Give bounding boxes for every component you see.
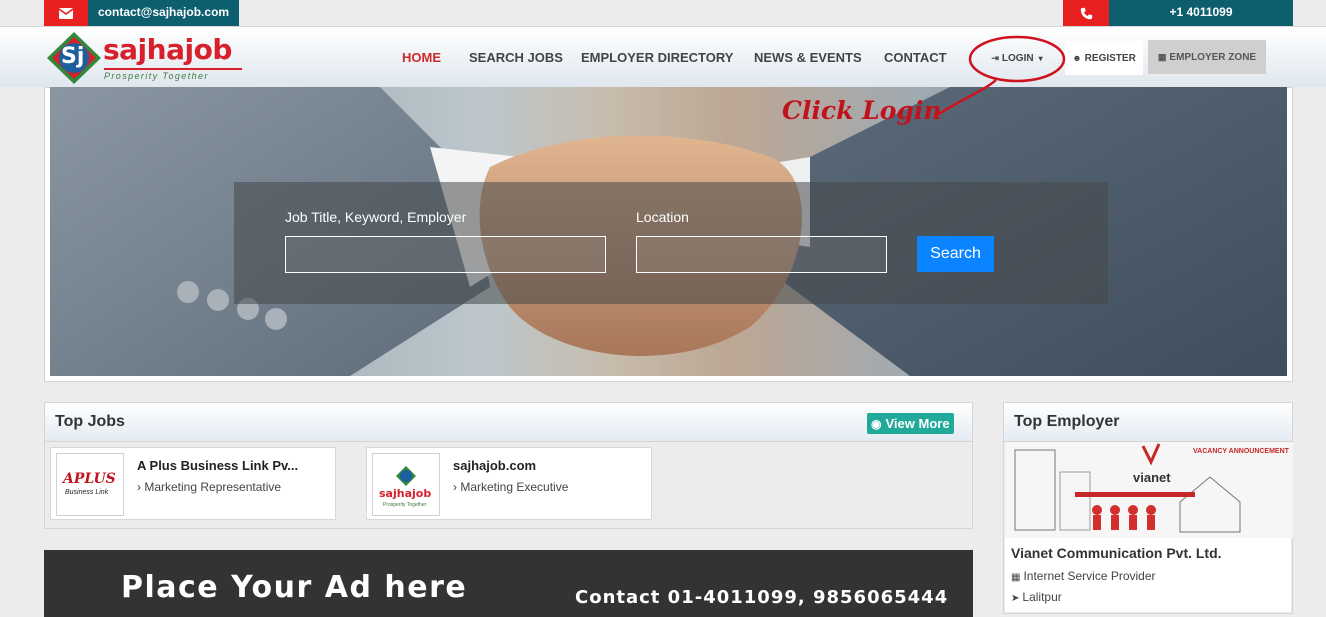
top-employer-header: Top Employer	[1004, 403, 1292, 442]
nav-home[interactable]: HOME	[402, 50, 441, 65]
view-more-button[interactable]: ◉ View More	[867, 413, 954, 434]
company-logo: APLUS Business Link	[56, 453, 124, 516]
top-jobs-panel: Top Jobs ◉ View More APLUS Business Link…	[44, 402, 973, 529]
employer-zone-button[interactable]: ▦ EMPLOYER ZONE	[1148, 40, 1266, 74]
click-login-annotation: Click Login	[782, 96, 942, 125]
logo-divider	[104, 68, 242, 70]
nav-search-jobs[interactable]: SEARCH JOBS	[469, 50, 563, 65]
job-company[interactable]: A Plus Business Link Pv...	[137, 458, 298, 473]
employer-banner-image: vianet VACANCY ANNOUNCEMENT	[1005, 442, 1293, 538]
nav-contact[interactable]: CONTACT	[884, 50, 947, 65]
top-employer-panel: Top Employer vianet VACANCY ANNOUNCEMENT…	[1003, 402, 1293, 614]
nav-employer-directory[interactable]: EMPLOYER DIRECTORY	[581, 50, 733, 65]
view-more-label: View More	[885, 416, 950, 431]
building-icon: ▦	[1157, 51, 1167, 62]
top-jobs-header: Top Jobs ◉ View More	[45, 403, 972, 442]
eye-icon: ◉	[871, 416, 882, 431]
employer-zone-label: EMPLOYER ZONE	[1169, 51, 1257, 63]
sajhajob-logo-sub: Prosperity Together	[383, 502, 427, 508]
logo-name: sajhajob	[103, 33, 232, 66]
logo-tagline: Prosperity Together	[104, 71, 209, 81]
login-label: LOGIN	[1001, 52, 1034, 64]
location-label: Location	[636, 209, 689, 225]
vianet-banner-illustration	[1005, 442, 1293, 538]
employer-location-label: Lalitpur	[1022, 590, 1062, 604]
sign-in-icon: ⇥	[991, 52, 999, 63]
top-jobs-title: Top Jobs	[55, 413, 125, 430]
site-logo[interactable]: Sj sajhajob Prosperity Together	[46, 31, 246, 85]
job-company[interactable]: sajhajob.com	[453, 458, 536, 473]
user-add-icon: ☻	[1072, 53, 1082, 63]
site-header: Sj sajhajob Prosperity Together HOME SEA…	[0, 26, 1326, 87]
building-icon: ▦	[1011, 572, 1021, 583]
logo-mark-text: Sj	[61, 44, 85, 69]
nav-news-events[interactable]: NEWS & EVENTS	[754, 50, 862, 65]
job-card[interactable]: sajhajob Prosperity Together sajhajob.co…	[366, 447, 652, 520]
keyword-input[interactable]	[285, 236, 606, 273]
contact-phone[interactable]: +1 4011099	[1109, 0, 1293, 26]
ad-headline: Place Your Ad here	[121, 570, 468, 605]
location-input[interactable]	[636, 236, 887, 273]
top-bar: contact@sajhajob.com +1 4011099	[0, 0, 1326, 26]
employer-card[interactable]: vianet VACANCY ANNOUNCEMENT Vianet Commu…	[1005, 442, 1293, 612]
job-position[interactable]: › Marketing Executive	[453, 480, 568, 494]
ad-contact: Contact 01-4011099, 9856065444	[575, 587, 949, 608]
register-label: REGISTER	[1084, 52, 1136, 64]
phone-icon	[1063, 0, 1109, 26]
top-employer-title: Top Employer	[1014, 413, 1120, 430]
employer-industry: ▦ Internet Service Provider	[1011, 569, 1156, 583]
aplus-logo-sub: Business Link	[65, 489, 109, 496]
sajhajob-mark-icon	[396, 466, 416, 486]
login-dropdown-button[interactable]: ⇥ LOGIN ▾	[974, 41, 1060, 75]
vianet-brand-text: vianet	[1133, 470, 1171, 485]
employer-location: ➤ Lalitpur	[1011, 590, 1062, 604]
vacancy-announcement-text: VACANCY ANNOUNCEMENT	[1193, 448, 1289, 455]
keyword-label: Job Title, Keyword, Employer	[285, 209, 467, 225]
job-position[interactable]: › Marketing Representative	[137, 480, 281, 494]
company-logo: sajhajob Prosperity Together	[372, 453, 440, 516]
search-button[interactable]: Search	[917, 236, 994, 272]
aplus-logo-text: APLUS	[63, 471, 116, 487]
employer-name[interactable]: Vianet Communication Pvt. Ltd.	[1011, 545, 1222, 561]
envelope-icon	[44, 0, 88, 26]
caret-down-icon: ▾	[1038, 53, 1043, 63]
ad-banner[interactable]: Place Your Ad here Contact 01-4011099, 9…	[44, 550, 973, 617]
contact-email[interactable]: contact@sajhajob.com	[88, 0, 239, 26]
register-button[interactable]: ☻ REGISTER	[1065, 41, 1143, 75]
employer-industry-label: Internet Service Provider	[1023, 569, 1156, 583]
job-card[interactable]: APLUS Business Link A Plus Business Link…	[50, 447, 336, 520]
sajhajob-logo-text: sajhajob	[379, 487, 432, 500]
location-arrow-icon: ➤	[1011, 593, 1020, 604]
